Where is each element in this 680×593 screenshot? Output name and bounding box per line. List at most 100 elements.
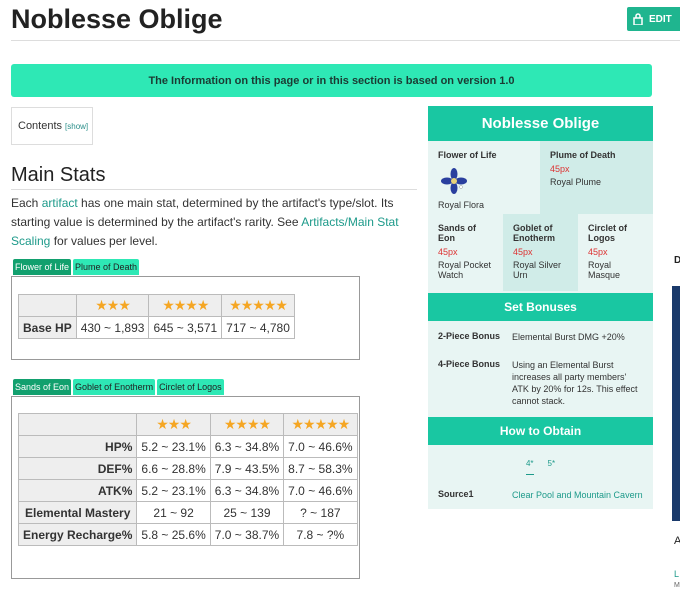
star-rating: ★★★★ xyxy=(223,416,271,432)
plume-cell: Plume of Death 45px Royal Plume xyxy=(540,141,653,214)
stat-value: 430 ~ 1,893 xyxy=(75,316,150,339)
circlet-cell: Circlet of Logos 45px Royal Masque xyxy=(578,214,653,291)
star-rating: ★★★★★ xyxy=(291,416,350,432)
rarity-3-header: ★★★ xyxy=(75,294,150,317)
row-label: ATK% xyxy=(17,479,138,502)
goblet-label: Goblet of Enotherm xyxy=(513,223,556,243)
goblet-image-placeholder: 45px xyxy=(513,247,533,257)
stat-value: 7.0 ~ 38.7% xyxy=(209,523,285,546)
circlet-value: Royal Masque xyxy=(588,260,621,280)
stat-value: 7.8 ~ ?% xyxy=(283,523,358,546)
plume-image-placeholder: 45px xyxy=(550,164,570,174)
row-label: Base HP xyxy=(18,316,77,339)
para-text: for values per level. xyxy=(50,234,158,248)
star-rating: ★★★★★ xyxy=(229,297,288,313)
rarity-3-header: ★★★ xyxy=(136,413,211,436)
bonus-4-label: 4-Piece Bonus xyxy=(438,359,501,369)
lock-icon xyxy=(633,13,643,25)
bonus-4-row: 4-Piece Bonus Using an Elemental Burst i… xyxy=(428,343,653,415)
infobox-title: Noblesse Oblige xyxy=(428,106,653,141)
table-corner xyxy=(18,294,77,317)
stat-value: 7.0 ~ 46.6% xyxy=(283,479,358,502)
stat-value: 6.3 ~ 34.8% xyxy=(209,479,285,502)
bonus-2-row: 2-Piece Bonus Elemental Burst DMG +20% xyxy=(428,321,653,343)
goblet-value: Royal Silver Urn xyxy=(513,260,562,280)
edit-button[interactable]: EDIT xyxy=(627,7,680,31)
bonus-4-text: Using an Elemental Burst increases all p… xyxy=(512,360,638,406)
rarity-4-header: ★★★★ xyxy=(209,413,285,436)
stat-value: 7.0 ~ 46.6% xyxy=(283,435,358,458)
stat-value: 25 ~ 139 xyxy=(209,501,285,524)
sands-cell: Sands of Eon 45px Royal Pocket Watch xyxy=(428,214,503,291)
artifact-link[interactable]: artifact xyxy=(42,196,78,210)
plume-label: Plume of Death xyxy=(550,150,616,160)
table1-tabs: Flower of Life Plume of Death xyxy=(13,259,140,275)
flower-cell: Flower of Life Royal Flora xyxy=(428,141,540,214)
rarity-4-header: ★★★★ xyxy=(148,294,223,317)
cutoff-text: M xyxy=(674,582,680,589)
source-link[interactable]: Clear Pool and Mountain Cavern xyxy=(512,489,643,501)
stat-value: 5.8 ~ 25.6% xyxy=(136,523,211,546)
table2-box: ★★★ ★★★★ ★★★★★ HP% 5.2 ~ 23.1% 6.3 ~ 34.… xyxy=(11,396,360,579)
row-label: Energy Recharge% xyxy=(17,523,138,546)
tab-flower-of-life[interactable]: Flower of Life xyxy=(13,259,72,275)
cutoff-image xyxy=(672,286,680,521)
table1-box: ★★★ ★★★★ ★★★★★ Base HP 430 ~ 1,893 645 ~… xyxy=(11,276,360,360)
tab-circlet-of-logos[interactable]: Circlet of Logos xyxy=(157,379,224,395)
tab-plume-of-death[interactable]: Plume of Death xyxy=(73,259,140,275)
source-label: Source1 xyxy=(438,489,474,499)
flower-value: Royal Flora xyxy=(438,200,485,210)
stat-value: 6.3 ~ 34.8% xyxy=(209,435,285,458)
stat-value: 645 ~ 3,571 xyxy=(148,316,223,339)
main-stats-heading: Main Stats xyxy=(11,164,106,186)
rarity-5-header: ★★★★★ xyxy=(283,413,358,436)
stat-value: 717 ~ 4,780 xyxy=(221,316,295,339)
stat-value: 5.2 ~ 23.1% xyxy=(136,435,211,458)
bonus-2-label: 2-Piece Bonus xyxy=(438,331,501,341)
stat-value: 6.6 ~ 28.8% xyxy=(136,457,211,480)
sands-label: Sands of Eon xyxy=(438,223,477,243)
sands-value: Royal Pocket Watch xyxy=(438,260,492,280)
row-label: Elemental Mastery xyxy=(17,501,138,524)
row-label: DEF% xyxy=(17,457,138,480)
obtain-tabs: 4* 5* xyxy=(428,459,653,475)
tab-5-star[interactable]: 5* xyxy=(548,459,556,475)
circlet-label: Circlet of Logos xyxy=(588,223,628,243)
cutoff-heading: D xyxy=(674,255,680,266)
infobox-row-flower-plume: Flower of Life Royal Flora Plume of Deat… xyxy=(428,141,653,214)
stat-value: ? ~ 187 xyxy=(283,501,358,524)
table-corner xyxy=(17,413,138,436)
goblet-cell: Goblet of Enotherm 45px Royal Silver Urn xyxy=(503,214,578,291)
bonus-2-text: Elemental Burst DMG +20% xyxy=(512,332,625,342)
circlet-image-placeholder: 45px xyxy=(588,247,608,257)
plume-value: Royal Plume xyxy=(550,177,602,187)
flower-label: Flower of Life xyxy=(438,150,497,160)
artifact-infobox: Noblesse Oblige Flower of Life Royal Flo… xyxy=(428,106,653,509)
royal-flora-icon[interactable] xyxy=(441,168,467,194)
table-of-contents: Contents [show] xyxy=(11,107,93,145)
section-divider xyxy=(11,189,417,190)
source-row: Source1 Clear Pool and Mountain Cavern xyxy=(428,475,653,509)
tab-sands-of-eon[interactable]: Sands of Eon xyxy=(13,379,72,395)
table2-tabs: Sands of Eon Goblet of Enotherm Circlet … xyxy=(13,379,224,395)
title-divider xyxy=(11,40,680,41)
edit-label: EDIT xyxy=(649,13,672,25)
tab-4-star[interactable]: 4* xyxy=(525,459,534,475)
rarity-5-header: ★★★★★ xyxy=(221,294,295,317)
how-to-obtain-heading: How to Obtain xyxy=(428,417,653,445)
cutoff-link[interactable]: L xyxy=(674,569,679,579)
star-rating: ★★★ xyxy=(95,297,131,313)
set-bonuses-heading: Set Bonuses xyxy=(428,293,653,321)
stat-value: 5.2 ~ 23.1% xyxy=(136,479,211,502)
stat-value: 8.7 ~ 58.3% xyxy=(283,457,358,480)
toc-label: Contents xyxy=(18,120,63,132)
main-stats-paragraph: Each artifact has one main stat, determi… xyxy=(11,194,421,251)
page-title: Noblesse Oblige xyxy=(11,4,223,34)
toc-show-link[interactable]: [show] xyxy=(65,122,88,131)
star-rating: ★★★★ xyxy=(162,297,209,313)
stat-value: 7.9 ~ 43.5% xyxy=(209,457,285,480)
row-label: HP% xyxy=(17,435,138,458)
tab-goblet-of-enotherm[interactable]: Goblet of Enotherm xyxy=(73,379,156,395)
cutoff-glyph: A xyxy=(674,535,680,547)
sands-image-placeholder: 45px xyxy=(438,247,458,257)
